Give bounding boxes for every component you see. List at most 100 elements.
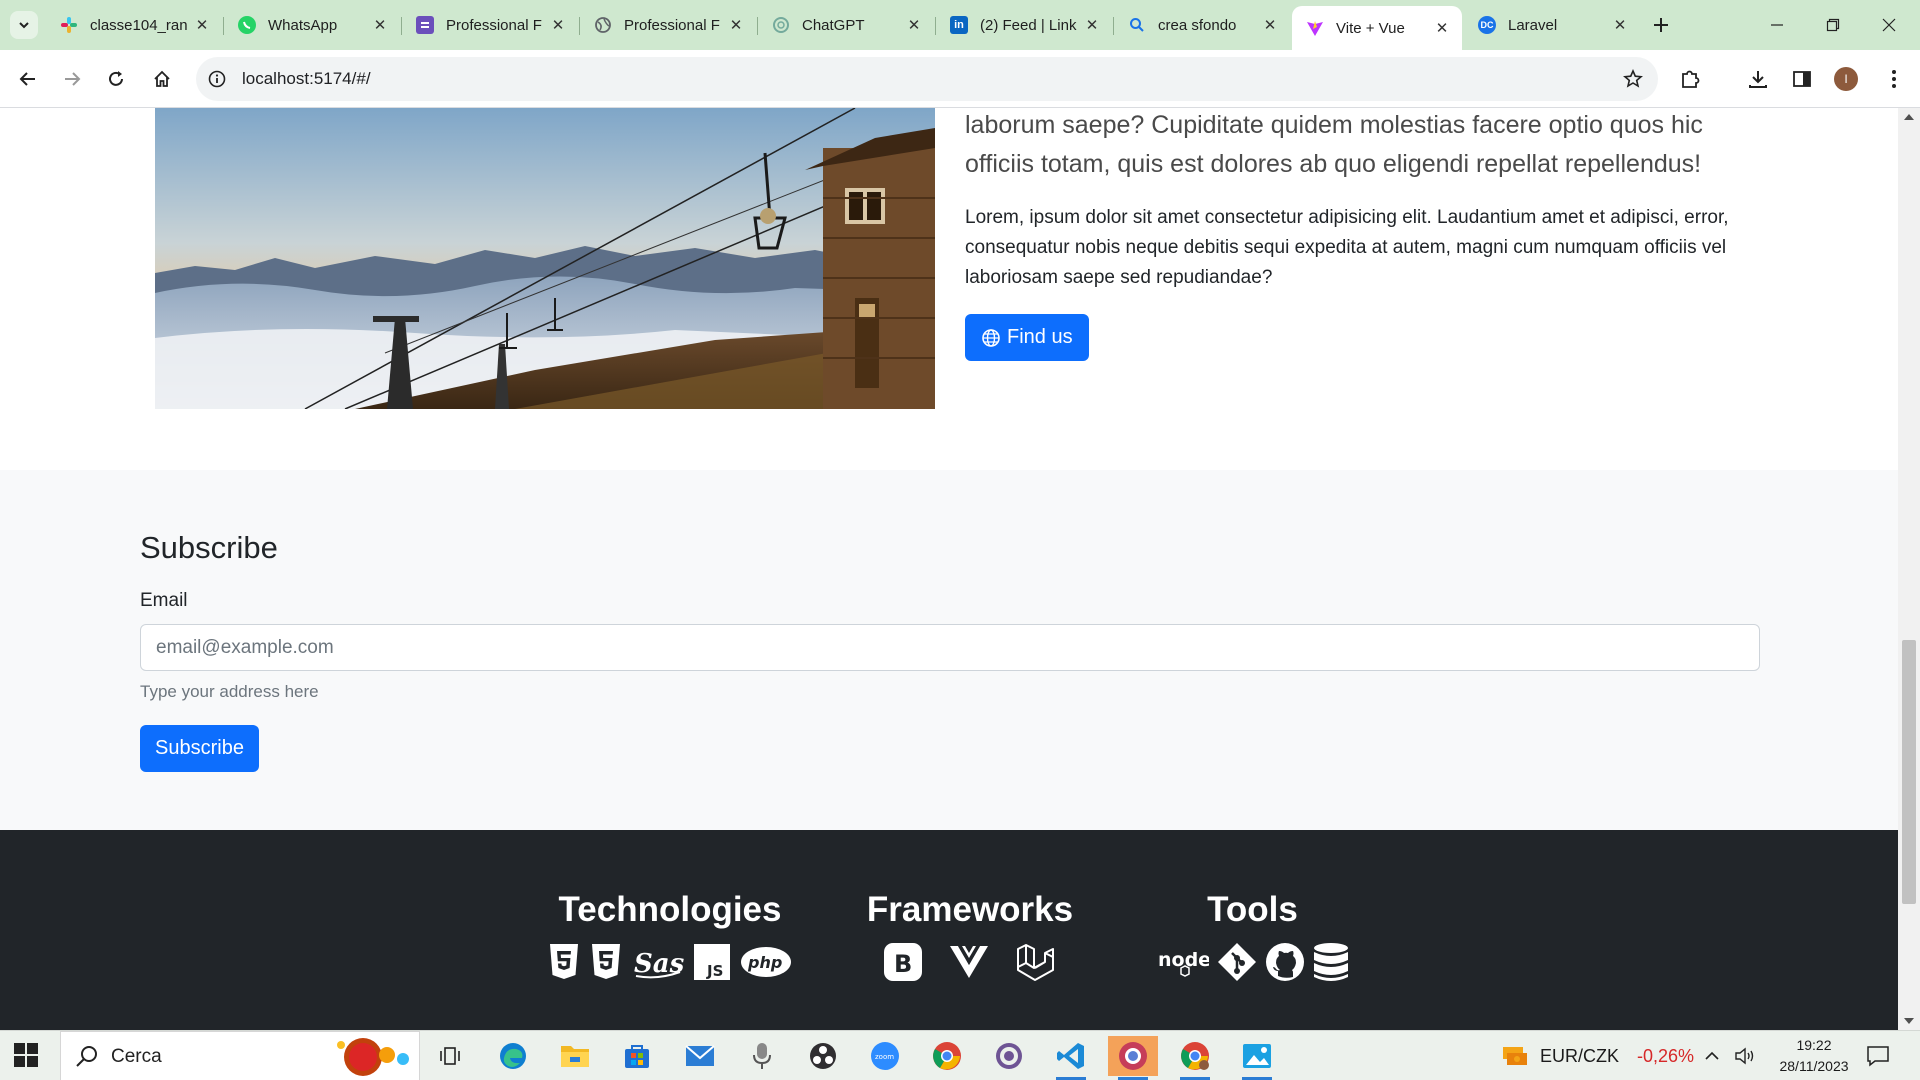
mail-icon[interactable]: [675, 1036, 725, 1076]
close-icon[interactable]: ✕: [726, 15, 746, 35]
profile-avatar[interactable]: I: [1834, 67, 1858, 91]
vite-icon: [1306, 19, 1324, 37]
subscribe-button[interactable]: Subscribe: [140, 725, 259, 772]
svg-text:Sass: Sass: [634, 949, 684, 979]
footer-heading: Frameworks: [866, 890, 1074, 929]
downloads-button[interactable]: [1742, 63, 1774, 95]
close-icon[interactable]: ✕: [548, 15, 568, 35]
chrome-canary-icon[interactable]: [1108, 1036, 1158, 1080]
close-icon[interactable]: ✕: [1260, 15, 1280, 35]
close-icon[interactable]: ✕: [192, 15, 212, 35]
close-icon[interactable]: ✕: [1610, 15, 1630, 35]
url-text[interactable]: localhost:5174/#/: [242, 69, 371, 89]
tab-vite-vue[interactable]: Vite + Vue ✕: [1292, 6, 1462, 50]
reload-icon: [109, 71, 123, 86]
tab-linkedin[interactable]: in (2) Feed | Link ✕: [936, 6, 1112, 44]
extensions-button[interactable]: [1674, 63, 1706, 95]
close-icon[interactable]: ✕: [1082, 15, 1102, 35]
address-bar[interactable]: localhost:5174/#/: [196, 57, 1658, 101]
tab-label: crea sfondo: [1158, 16, 1237, 34]
tab-label: classe104_ran: [90, 16, 188, 34]
task-view-icon[interactable]: [425, 1036, 475, 1076]
close-icon[interactable]: ✕: [904, 15, 924, 35]
zoom-icon[interactable]: zoom: [860, 1036, 910, 1076]
chevron-down-icon: [19, 22, 29, 29]
edge-icon[interactable]: [488, 1036, 538, 1076]
new-tab-button[interactable]: [1648, 12, 1674, 38]
svg-text:node: node: [1158, 949, 1209, 971]
arrow-right-icon: [65, 72, 81, 86]
bookmark-star-icon[interactable]: [1620, 66, 1646, 92]
close-window-button[interactable]: [1866, 0, 1912, 50]
download-icon: [1749, 71, 1767, 88]
show-hidden-icons[interactable]: [1704, 1031, 1720, 1080]
tab-search[interactable]: crea sfondo ✕: [1114, 6, 1290, 44]
tab-search-button[interactable]: [10, 11, 38, 39]
site-footer: Technologies Sass JS php Fr: [0, 830, 1898, 1030]
email-field[interactable]: [140, 624, 1760, 671]
notifications-icon[interactable]: [1866, 1031, 1890, 1080]
photos-icon[interactable]: [1232, 1036, 1282, 1080]
minimize-icon: [1771, 24, 1783, 26]
tab-label: Professional F: [446, 16, 542, 34]
find-us-button[interactable]: Find us: [965, 314, 1089, 361]
forward-button[interactable]: [56, 63, 88, 95]
system-clock[interactable]: 19:22 28/11/2023: [1764, 1035, 1864, 1077]
clock-time: 19:22: [1796, 1037, 1832, 1053]
kebab-menu-icon: [1892, 70, 1896, 88]
store-icon[interactable]: [612, 1036, 662, 1076]
file-explorer-icon[interactable]: [550, 1036, 600, 1076]
currency-ticker[interactable]: EUR/CZK -0,26%: [1500, 1031, 1694, 1080]
sass-icon: Sass: [632, 942, 684, 982]
reload-button[interactable]: [100, 63, 132, 95]
hero-image: [155, 108, 935, 409]
tab-whatsapp[interactable]: WhatsApp ✕: [224, 6, 400, 44]
back-button[interactable]: [12, 63, 44, 95]
vscode-icon[interactable]: [1046, 1036, 1096, 1080]
chrome-profile-icon[interactable]: [1170, 1036, 1220, 1080]
clock-date: 28/11/2023: [1779, 1058, 1849, 1074]
taskbar-search-box[interactable]: Cerca: [60, 1031, 420, 1080]
globe-icon: [982, 328, 1000, 347]
tab-laravel[interactable]: DC Laravel ✕: [1464, 6, 1640, 44]
tab-chatgpt[interactable]: ChatGPT ✕: [758, 6, 934, 44]
side-panel-button[interactable]: [1786, 63, 1818, 95]
menu-button[interactable]: [1878, 63, 1910, 95]
email-label: Email: [140, 590, 188, 611]
tab-label: WhatsApp: [268, 16, 338, 34]
footer-column-frameworks: Frameworks B: [866, 890, 1074, 984]
site-info-icon[interactable]: [205, 67, 229, 91]
page-scrollbar[interactable]: [1898, 108, 1920, 1030]
podcast-icon[interactable]: [737, 1036, 787, 1076]
chrome-icon[interactable]: [922, 1036, 972, 1076]
tab-label: Laravel: [1508, 16, 1558, 34]
document-icon: [416, 16, 434, 34]
subscribe-title: Subscribe: [140, 530, 278, 565]
tab-professional-1[interactable]: Professional F ✕: [402, 6, 578, 44]
tab-label: ChatGPT: [802, 16, 865, 34]
minimize-button[interactable]: [1754, 0, 1800, 50]
obs-icon[interactable]: [798, 1036, 848, 1076]
tab-slack[interactable]: classe104_ran ✕: [46, 6, 222, 44]
restore-button[interactable]: [1810, 0, 1856, 50]
github-desktop-icon[interactable]: [984, 1036, 1034, 1076]
windows-start-icon[interactable]: [14, 1043, 38, 1067]
email-help-text: Type your address here: [140, 682, 319, 701]
tab-label: (2) Feed | Link: [980, 16, 1077, 34]
close-icon[interactable]: ✕: [370, 15, 390, 35]
arrow-left-icon: [19, 72, 35, 86]
search-label: Cerca: [111, 1046, 162, 1067]
hero-lead-text: laborum saepe? Cupiditate quidem molesti…: [965, 111, 1703, 178]
bootstrap-icon: B: [883, 942, 923, 982]
scrollbar-thumb[interactable]: [1902, 640, 1916, 904]
scroll-down-icon[interactable]: [1904, 1018, 1914, 1024]
browser-tab-strip: classe104_ran ✕ WhatsApp ✕ Professional …: [0, 0, 1920, 50]
footer-column-technologies: Technologies Sass JS php: [550, 890, 791, 984]
home-button[interactable]: [146, 63, 178, 95]
search-icon: [76, 1046, 97, 1067]
php-icon: php: [740, 942, 792, 982]
close-icon[interactable]: ✕: [1432, 18, 1452, 38]
scroll-up-icon[interactable]: [1904, 114, 1914, 120]
volume-icon[interactable]: [1734, 1031, 1756, 1080]
tab-professional-2[interactable]: Professional F ✕: [580, 6, 756, 44]
